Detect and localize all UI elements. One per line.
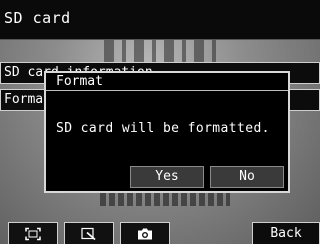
frame-button[interactable] bbox=[8, 222, 58, 244]
bottom-toolbar: Back bbox=[0, 222, 320, 244]
page-title: SD card bbox=[4, 9, 71, 27]
dialog-title: Format bbox=[56, 74, 103, 89]
back-button[interactable]: Back bbox=[252, 222, 320, 244]
yes-button[interactable]: Yes bbox=[130, 166, 204, 188]
feed-text-pattern bbox=[100, 192, 230, 206]
dialog-title-bar: Format bbox=[46, 73, 288, 91]
title-bar: SD card bbox=[0, 0, 320, 40]
screen: SD card SD card information Format Forma… bbox=[0, 0, 320, 244]
zoom-button[interactable] bbox=[64, 222, 114, 244]
dialog-message: SD card will be formatted. bbox=[56, 121, 270, 136]
format-dialog: Format SD card will be formatted. Yes No bbox=[44, 71, 290, 193]
camera-button[interactable] bbox=[120, 222, 170, 244]
no-button[interactable]: No bbox=[210, 166, 284, 188]
